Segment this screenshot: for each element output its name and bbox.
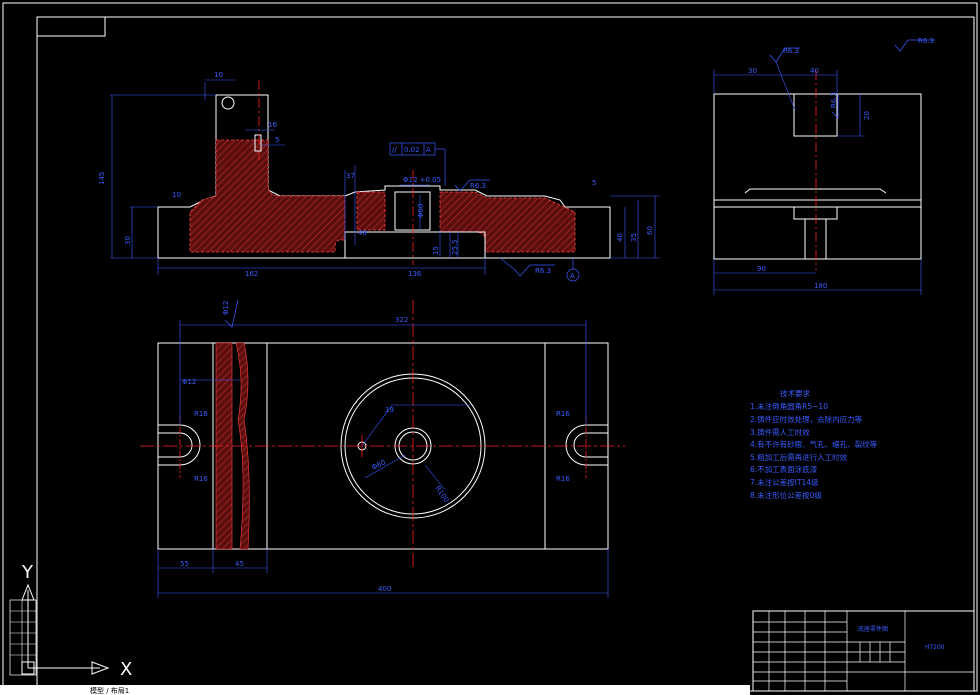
dim-25-5: 25.5: [451, 239, 459, 255]
dim-136: 136: [408, 270, 422, 278]
front-view: [110, 79, 660, 282]
dim-phi60: Φ60: [417, 204, 425, 218]
side-roughness-top: R6.3: [783, 47, 799, 55]
side-roughness-slot: R6.3: [830, 92, 838, 108]
tolerance-phi12: Φ12 +0.05: [403, 176, 441, 184]
side-dim-40: 40: [810, 67, 819, 75]
plan-dim-55: 55: [180, 560, 189, 568]
plan-dim-r16-right-bottom: R16: [556, 475, 570, 483]
title-block: 底座零件图 HT200: [752, 610, 975, 692]
dim-48: 48: [358, 229, 367, 237]
side-dim-30: 30: [748, 67, 757, 75]
side-dim-90: 90: [757, 265, 766, 273]
dim-145: 145: [98, 172, 106, 185]
title-block-material: HT200: [925, 644, 945, 651]
dim-15: 15: [432, 246, 440, 255]
plan-dim-r16-right-top: R16: [556, 410, 570, 418]
geo-tol-value: 0.02: [404, 146, 420, 154]
plan-dim-phi12: Φ12: [182, 378, 196, 386]
title-block-part-name: 底座零件图: [858, 625, 888, 633]
tech-req-1: 1.未注倒角圆角R5~10: [750, 401, 828, 411]
inner-border: [36, 16, 975, 692]
dim-10-right: 5: [592, 179, 596, 187]
plan-dim-r16-left-top: R16: [194, 410, 208, 418]
plan-roughness: Φ12: [222, 301, 230, 315]
ucs-x-label: X: [120, 659, 132, 680]
tech-req-8: 8.未注形位公差按0级: [750, 490, 822, 500]
roughness-front-bottom: R6.3: [535, 267, 551, 275]
plan-dim-r100: R100: [433, 485, 450, 505]
side-dim-180: 180: [814, 282, 827, 290]
plan-dim-400: 400: [378, 585, 391, 593]
tech-req-5: 5.粗加工后需再进行人工时效: [750, 452, 848, 462]
geo-tol-symbol: //: [392, 146, 397, 154]
dim-37: 37: [346, 172, 355, 180]
dim-40: 40: [616, 233, 624, 242]
corner-label-box: [36, 16, 106, 37]
technical-requirements: 技术要求 1.未注倒角圆角R5~10 2.铸件应时效处理，去除内应力等 3.铸件…: [750, 388, 878, 500]
layout-tabs-label[interactable]: 模型 / 布局1: [90, 686, 129, 695]
plan-dim-45: 45: [235, 560, 244, 568]
dim-10-left: 10: [172, 191, 181, 199]
plan-dim-r16-left-bottom: R16: [194, 475, 208, 483]
dim-162: 162: [245, 270, 258, 278]
dim-16: 16: [268, 121, 277, 129]
plan-dim-19: 19: [385, 406, 394, 414]
layer-strip: [9, 599, 37, 676]
tech-req-title: 技术要求: [780, 388, 810, 398]
dim-5: 5: [275, 136, 279, 144]
drawing-canvas[interactable]: 10 145 16 5 30 10 37 Φ12 +0.05 Φ60 48 15…: [0, 0, 980, 695]
roughness-front-top: R6.3: [470, 182, 486, 190]
dim-10: 10: [214, 71, 223, 79]
tech-req-6: 6.不加工表面涂底漆: [750, 464, 818, 474]
plan-dim-322: 322: [395, 316, 408, 324]
dim-30: 30: [124, 236, 132, 245]
corner-roughness: R6.3: [918, 37, 934, 45]
tech-req-2: 2.铸件应时效处理，去除内应力等: [750, 414, 863, 424]
ucs-icon[interactable]: [21, 583, 110, 675]
tech-req-7: 7.未注公差按IT14级: [750, 477, 819, 487]
dim-35: 35: [630, 233, 638, 242]
tech-req-3: 3.铸件需人工时效: [750, 427, 810, 437]
plan-view: [140, 299, 625, 598]
side-dim-20: 20: [863, 111, 871, 120]
tech-req-4: 4.有不许有砂眼、气孔、缩孔、裂纹等: [750, 439, 878, 449]
side-view: [713, 39, 935, 295]
dim-60: 60: [646, 226, 654, 235]
geo-tol-datum: A: [426, 146, 431, 154]
datum-a-label: A: [570, 272, 575, 280]
ucs-y-label: Y: [21, 562, 34, 583]
